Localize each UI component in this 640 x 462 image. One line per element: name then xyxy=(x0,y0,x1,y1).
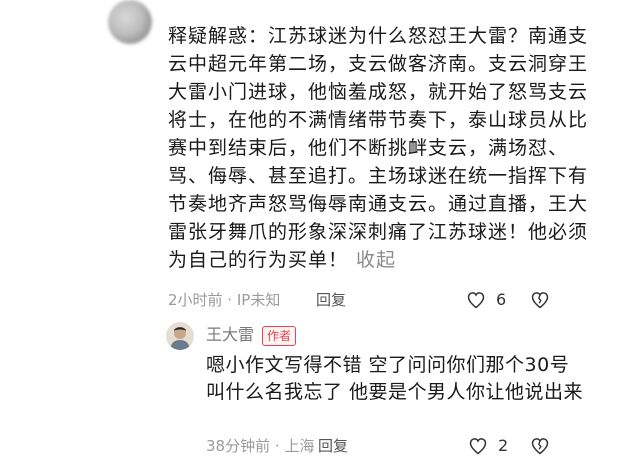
avatar-face-icon xyxy=(166,322,194,350)
reply-like-count: 2 xyxy=(498,436,509,455)
heart-outline-icon[interactable] xyxy=(466,290,486,310)
comment-meta-row: 2小时前 · IP未知 回复 6 xyxy=(168,288,588,312)
comment-text: 释疑解惑：江苏球迷为什么怒怼王大雷？南通支云中超元年第二场，支云做客济南。支云洞… xyxy=(168,25,589,271)
comment-text-block: 释疑解惑：江苏球迷为什么怒怼王大雷？南通支云中超元年第二场，支云做客济南。支云洞… xyxy=(168,22,598,274)
author-badge: 作者 xyxy=(262,326,297,346)
comment-time-location: 2小时前 · IP未知 xyxy=(168,291,281,309)
commenter-avatar[interactable] xyxy=(108,0,152,44)
broken-heart-icon[interactable] xyxy=(530,290,550,310)
reply-reply-button[interactable]: 回复 xyxy=(318,434,348,458)
broken-heart-icon[interactable] xyxy=(530,436,550,456)
reply-meta-row: 38分钟前 · 上海 回复 2 xyxy=(206,434,590,458)
reply-text: 嗯小作文写得不错 空了问问你们那个30号叫什么名我忘了 他要是个男人你让他说出来 xyxy=(206,354,584,403)
comment-like-count: 6 xyxy=(496,290,507,309)
collapse-link[interactable]: 收起 xyxy=(356,249,396,271)
heart-outline-icon[interactable] xyxy=(468,436,488,456)
reply-time-location: 38分钟前 · 上海 xyxy=(206,437,315,455)
comment-reply-button[interactable]: 回复 xyxy=(316,288,346,312)
reply-author-name[interactable]: 王大雷 xyxy=(206,324,254,346)
reply-author-avatar[interactable] xyxy=(166,322,194,350)
